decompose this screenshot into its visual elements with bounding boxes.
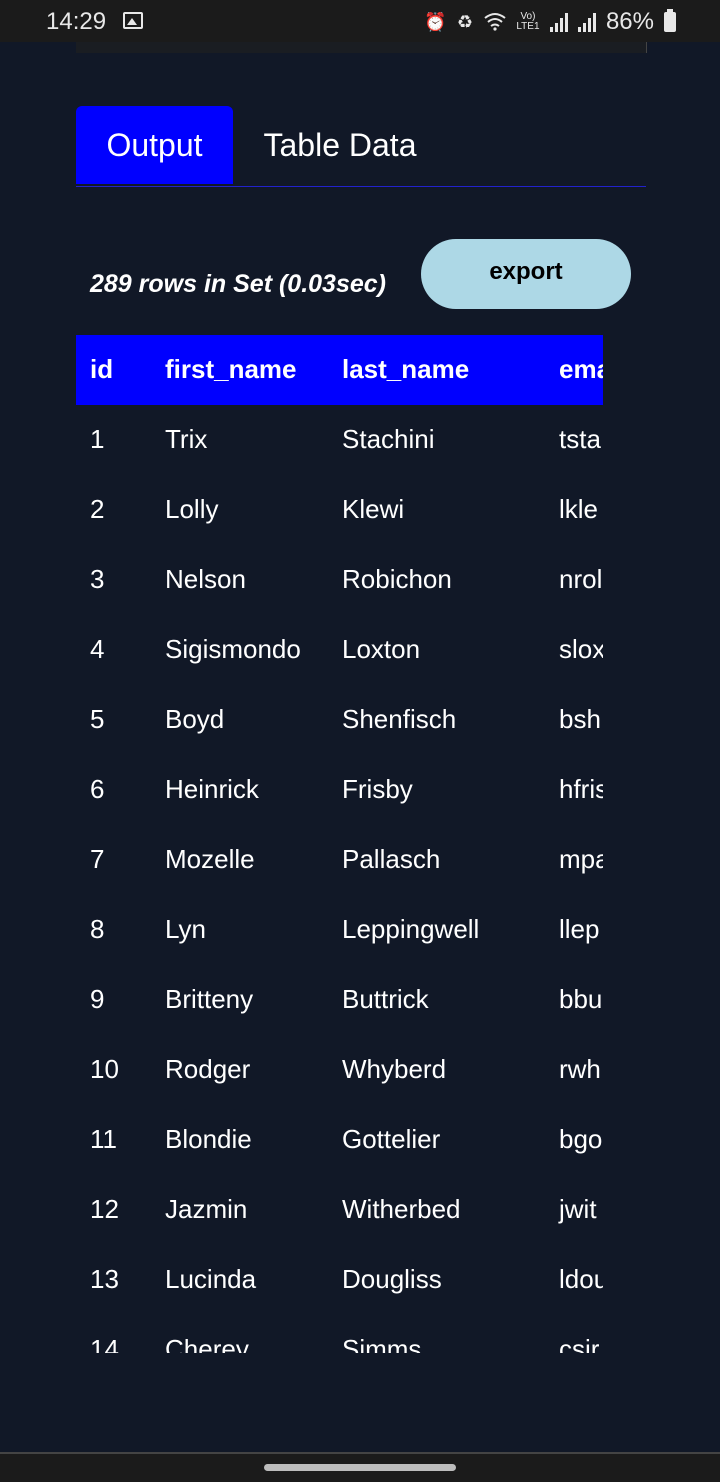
signal-icon: [549, 12, 570, 32]
volte-icon: Vo) LTE1: [516, 11, 540, 32]
table-row[interactable]: 8 Lyn Leppingwell llep: [76, 825, 603, 944]
export-button[interactable]: export: [421, 239, 631, 309]
results-table[interactable]: id first_name last_name ema 1TrixStachin…: [76, 335, 603, 1353]
status-time: 14:29: [46, 8, 107, 35]
home-gesture-bar[interactable]: [264, 1464, 456, 1471]
table-row[interactable]: 13 Lucinda Dougliss ldou: [76, 1175, 603, 1294]
tab-output[interactable]: Output: [76, 106, 233, 184]
table-row[interactable]: 6 Heinrick Frisby hfris: [76, 685, 603, 804]
cell-email: csir: [559, 1334, 600, 1353]
tab-table-data[interactable]: Table Data: [246, 106, 434, 184]
battery-percent: 86%: [605, 8, 654, 35]
table-row[interactable]: 10 Rodger Whyberd rwh: [76, 965, 603, 1084]
wifi-icon: [484, 11, 506, 33]
table-row[interactable]: 12 Jazmin Witherbed jwit: [76, 1105, 603, 1224]
table-row[interactable]: 3 Nelson Robichon nrol: [76, 475, 603, 594]
tab-bar: Output Table Data: [76, 106, 646, 187]
data-saver-icon: ♻: [456, 12, 474, 32]
navigation-bar: [0, 1452, 720, 1482]
status-bar: 14:29 ⏰ ♻ Vo) LTE1 86%: [0, 0, 720, 42]
table-row[interactable]: 9 Britteny Buttrick bbu: [76, 895, 603, 1014]
cell-last-name: Simms: [342, 1334, 422, 1353]
table-row[interactable]: 11 Blondie Gottelier bgo: [76, 1035, 603, 1154]
table-row[interactable]: 7 Mozelle Pallasch mpa: [76, 755, 603, 874]
image-icon: [123, 12, 143, 29]
cell-first-name: Cherey: [165, 1334, 249, 1353]
row-count-text: 289 rows in Set (0.03sec): [90, 270, 386, 298]
table-row[interactable]: 5 Boyd Shenfisch bsh: [76, 615, 603, 734]
table-row[interactable]: 2 Lolly Klewi lkle: [76, 405, 603, 524]
signal-icon: [577, 12, 598, 32]
alarm-icon: ⏰: [423, 12, 447, 32]
battery-icon: [664, 9, 676, 32]
table-row[interactable]: 1 Trix Stachini tsta: [76, 335, 603, 454]
previous-panel-edge: [76, 42, 647, 53]
table-row[interactable]: 4 Sigismondo Loxton slox: [76, 545, 603, 664]
table-row[interactable]: 14 Cherey Simms csir: [76, 1245, 603, 1353]
cell-id: 14: [90, 1334, 119, 1353]
status-icons: ⏰ ♻ Vo) LTE1 86%: [424, 8, 676, 36]
